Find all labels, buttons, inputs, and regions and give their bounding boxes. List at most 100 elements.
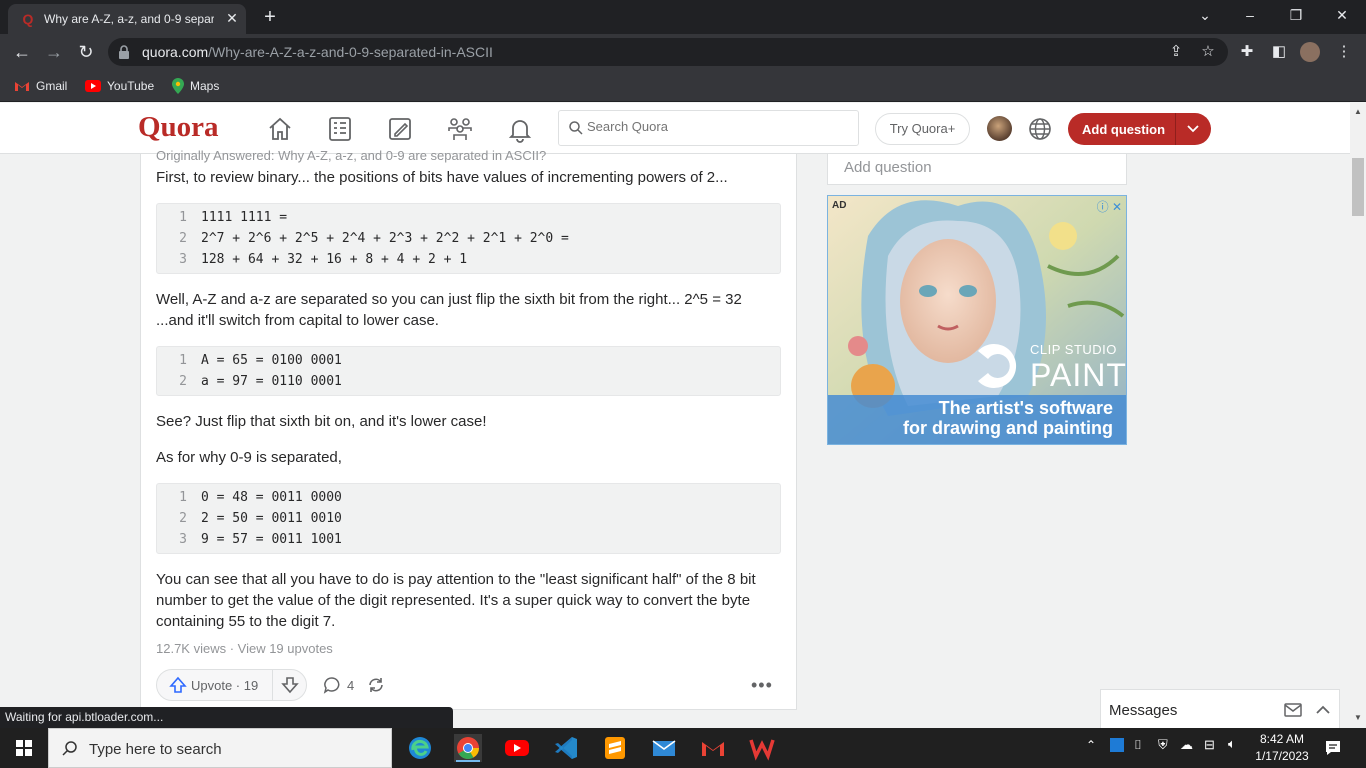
spaces-icon[interactable] [446, 115, 474, 143]
close-window-button[interactable]: ✕ [1322, 4, 1362, 26]
answer-paragraph: As for why 0-9 is separated, [156, 449, 342, 466]
messages-panel[interactable]: Messages [1100, 689, 1340, 728]
scroll-up-arrow-icon[interactable]: ▲ [1354, 107, 1362, 116]
chevron-up-icon[interactable] [1315, 704, 1331, 716]
address-bar[interactable]: quora.com/Why-are-A-Z-a-z-and-0-9-separa… [108, 38, 1228, 66]
chrome-icon[interactable] [454, 734, 482, 762]
tab-strip: Q Why are A-Z, a-z, and 0-9 separa ✕ + ⌄… [0, 0, 1366, 34]
side-panel-icon[interactable]: ◧ [1269, 42, 1289, 62]
ad-tagline: for drawing and painting [903, 418, 1113, 438]
ad-brand-line1: CLIP STUDIO [1030, 342, 1117, 357]
tab-title: Why are A-Z, a-z, and 0-9 separa [44, 12, 214, 26]
quora-logo[interactable]: Quora [138, 111, 219, 144]
scroll-down-arrow-icon[interactable]: ▼ [1354, 713, 1362, 722]
taskbar-clock[interactable]: 8:42 AM 1/17/2023 [1254, 731, 1310, 765]
wps-office-icon[interactable] [748, 734, 776, 762]
code-block-binary: 1 1111 1111 = 2 2^7 + 2^6 + 2^5 + 2^4 + 2^… [156, 203, 781, 274]
compose-message-icon[interactable] [1284, 703, 1302, 717]
gmail-icon [15, 82, 29, 91]
add-question-button[interactable]: Add question [1068, 113, 1211, 145]
ad-badge: AD [832, 200, 847, 211]
gmail-app-icon[interactable] [699, 734, 727, 762]
advertisement[interactable]: AD ⓘ ✕ CLIP STUDIO PAINT The artist's so… [827, 195, 1127, 445]
restore-button[interactable]: ❐ [1276, 4, 1316, 26]
scrollbar-thumb[interactable] [1352, 158, 1364, 216]
maps-icon [172, 78, 184, 94]
bookmark-maps[interactable]: Maps [172, 77, 219, 95]
onedrive-cloud-icon[interactable]: ☁ [1180, 737, 1193, 753]
back-icon[interactable]: ← [10, 40, 34, 64]
reload-icon[interactable]: ↻ [74, 40, 98, 64]
code-line: 1 1111 1111 = [179, 210, 288, 225]
volume-icon[interactable]: 🔈︎ [1228, 736, 1236, 752]
home-icon[interactable] [266, 115, 294, 143]
share-reload-icon[interactable] [367, 676, 385, 694]
answer-paragraph: See? Just flip that sixth bit on, and it… [156, 413, 487, 430]
chevron-down-icon[interactable] [1183, 119, 1203, 139]
minimize-button[interactable]: – [1230, 4, 1270, 26]
code-line: 1A = 65 = 0100 0001 [179, 353, 342, 368]
view-stats[interactable]: 12.7K views · View 19 upvotes [156, 641, 333, 656]
tray-app-icon[interactable] [1110, 738, 1124, 752]
downvote-arrow-icon[interactable] [281, 676, 299, 694]
share-page-icon[interactable]: ⇪ [1166, 42, 1186, 62]
browser-toolbar: ← → ↻ quora.com/Why-are-A-Z-a-z-and-0-9-… [0, 34, 1366, 70]
network-icon[interactable]: ⊟ [1204, 737, 1215, 753]
upvote-button[interactable]: Upvote · 19 [157, 670, 272, 700]
active-tab[interactable]: Q Why are A-Z, a-z, and 0-9 separa ✕ [8, 4, 246, 34]
edge-icon[interactable] [406, 734, 434, 762]
page-scrollbar[interactable]: ▲ ▼ [1350, 103, 1366, 727]
originally-answered-text: Originally Answered: Why A-Z, a-z, and 0… [156, 148, 547, 163]
more-options-icon[interactable]: ••• [751, 675, 773, 696]
code-line: 10 = 48 = 0011 0000 [179, 490, 342, 505]
language-globe-icon[interactable] [1027, 116, 1053, 142]
usb-icon[interactable]: ⌷ [1134, 737, 1142, 753]
ad-tagline: The artist's software [938, 398, 1113, 418]
tray-chevron-up-icon[interactable]: ⌃ [1086, 738, 1096, 752]
answer-paragraph: Well, A-Z and a-z are separated so you c… [156, 291, 742, 329]
vscode-icon[interactable] [552, 734, 580, 762]
bookmark-star-icon[interactable]: ☆ [1198, 42, 1218, 62]
youtube-app-icon[interactable] [503, 734, 531, 762]
answer-pencil-icon[interactable] [386, 115, 414, 143]
ad-close-icon[interactable]: ⓘ ✕ [1097, 198, 1122, 215]
bookmark-youtube[interactable]: YouTube [85, 77, 154, 95]
new-tab-button[interactable]: + [258, 6, 282, 28]
close-tab-icon[interactable]: ✕ [224, 10, 240, 26]
user-avatar[interactable] [987, 116, 1012, 141]
notifications-bell-icon[interactable] [506, 115, 534, 143]
tab-search-icon[interactable]: ⌄ [1185, 4, 1225, 26]
quora-header: Quora Try Quora+ Add question [0, 103, 1350, 154]
sublime-text-icon[interactable] [601, 734, 629, 762]
status-bubble: Waiting for api.btloader.com... [0, 707, 453, 728]
security-shield-icon[interactable]: ⛨ [1158, 737, 1168, 753]
search-input[interactable] [587, 119, 847, 134]
windows-taskbar: Type here to search ⌃ ⌷ ⛨ ☁ ⊟ 🔈︎ 8:42 AM… [0, 728, 1366, 768]
comments-button[interactable]: 4 [323, 676, 354, 694]
extensions-icon[interactable]: ✚ [1237, 42, 1257, 62]
code-line: 22 = 50 = 0011 0010 [179, 511, 342, 526]
menu-dots-icon[interactable]: ⋮ [1334, 42, 1354, 62]
mail-icon[interactable] [650, 734, 678, 762]
search-icon [569, 121, 583, 135]
profile-avatar[interactable] [1300, 42, 1320, 62]
quora-search-box[interactable] [558, 110, 859, 146]
answer-paragraph: You can see that all you have to do is p… [156, 571, 756, 630]
windows-start-icon[interactable] [16, 740, 32, 756]
taskbar-search[interactable]: Type here to search [48, 728, 392, 768]
answer-card: Originally Answered: Why A-Z, a-z, and 0… [140, 148, 797, 710]
following-icon[interactable] [326, 115, 354, 143]
code-line: 2 2^7 + 2^6 + 2^5 + 2^4 + 2^3 + 2^2 + 2^1… [179, 231, 569, 246]
code-block-letters: 1A = 65 = 0100 0001 2a = 97 = 0110 0001 [156, 346, 781, 396]
vote-divider [272, 670, 273, 700]
sidebar-add-question[interactable]: Add question [827, 154, 1127, 185]
bookmark-gmail[interactable]: Gmail [14, 77, 67, 95]
try-quora-plus-button[interactable]: Try Quora+ [875, 113, 970, 145]
lock-icon [119, 45, 129, 59]
vote-group: Upvote · 19 [156, 669, 307, 701]
notifications-icon[interactable] [1324, 739, 1342, 757]
quora-favicon-icon: Q [22, 11, 34, 27]
code-block-digits: 10 = 48 = 0011 0000 22 = 50 = 0011 0010 … [156, 483, 781, 554]
code-line: 39 = 57 = 0011 1001 [179, 532, 342, 547]
forward-icon[interactable]: → [42, 40, 66, 64]
